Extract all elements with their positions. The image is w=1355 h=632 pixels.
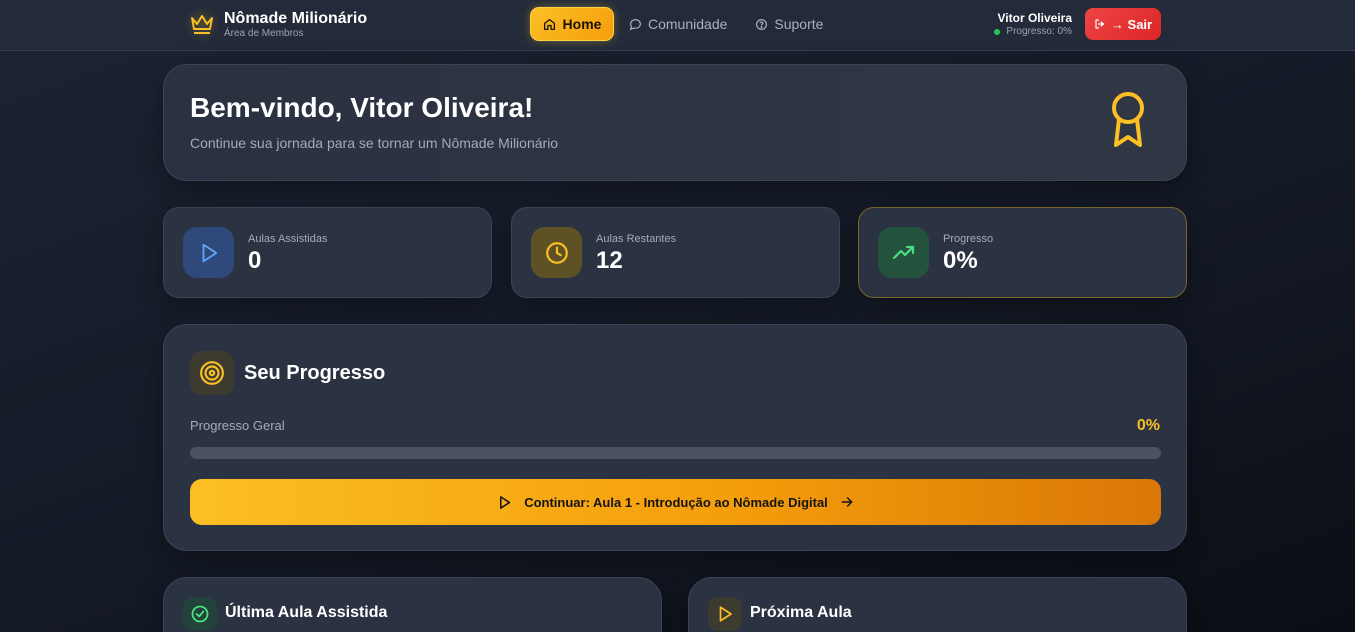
chat-icon (629, 18, 641, 30)
crown-icon (183, 6, 221, 42)
continue-lesson-button[interactable]: Continuar: Aula 1 - Introdução ao Nômade… (190, 479, 1161, 525)
logout-icon (1095, 19, 1105, 29)
progress-bar (190, 447, 1161, 459)
nav-support-label: Suporte (774, 16, 824, 32)
logout-label: → Sair (1110, 16, 1153, 32)
progress-percent: 0% (1136, 417, 1160, 434)
stat-value: 0% (943, 247, 978, 274)
brand-subtitle: Área de Membros (224, 27, 304, 39)
stat-value: 0 (248, 247, 262, 274)
welcome-title: Bem-vindo, Vitor Oliveira! (190, 92, 534, 123)
stat-label: Aulas Restantes (596, 233, 677, 245)
stat-card-watched: Aulas Assistidas 0 (163, 207, 492, 298)
award-icon (1108, 91, 1148, 156)
next-lesson-card: Próxima Aula (688, 577, 1187, 632)
trending-up-icon (878, 227, 929, 278)
stat-card-progress: Progresso 0% (858, 207, 1187, 298)
user-progress: Progresso: 0% (994, 25, 1072, 39)
user-name: Vitor Oliveira (997, 11, 1072, 25)
user-progress-text: Progresso: 0% (1006, 26, 1072, 37)
nav-support-link[interactable]: Suporte (755, 7, 823, 41)
help-circle-icon (756, 18, 768, 30)
welcome-subtitle: Continue sua jornada para se tornar um N… (190, 135, 559, 151)
welcome-card: Bem-vindo, Vitor Oliveira! Continue sua … (163, 64, 1187, 181)
nav-home-label: Home (562, 16, 602, 32)
progress-card: Seu Progresso Progresso Geral 0% Continu… (163, 324, 1187, 551)
user-info: Vitor Oliveira Progresso: 0% (994, 11, 1072, 39)
check-circle-icon (183, 597, 217, 631)
play-icon (708, 597, 742, 631)
stat-card-remaining: Aulas Restantes 12 (511, 207, 840, 298)
stat-value: 12 (596, 247, 623, 274)
brand[interactable]: Nômade Milionário Área de Membros (183, 6, 367, 42)
clock-icon (531, 227, 582, 278)
last-lesson-title: Última Aula Assistida (225, 604, 388, 621)
stat-label: Progresso (943, 233, 994, 245)
play-icon (500, 495, 511, 509)
nav-community-label: Comunidade (648, 16, 728, 32)
nav-home-button[interactable]: Home (530, 7, 614, 41)
arrow-right-icon (841, 497, 853, 507)
stat-label: Aulas Assistidas (248, 233, 328, 245)
main-nav: Home Comunidade Suporte (530, 7, 823, 41)
top-navbar: Nômade Milionário Área de Membros Home C… (0, 0, 1355, 51)
brand-title: Nômade Milionário (224, 9, 368, 27)
target-icon (190, 351, 234, 395)
nav-community-link[interactable]: Comunidade (629, 7, 727, 41)
play-icon (183, 227, 234, 278)
progress-label: Progresso Geral (190, 418, 285, 433)
continue-label: Continuar: Aula 1 - Introdução ao Nômade… (524, 494, 828, 510)
home-icon (543, 18, 555, 30)
progress-title: Seu Progresso (244, 362, 386, 384)
logout-button[interactable]: → Sair (1085, 8, 1161, 40)
next-lesson-title: Próxima Aula (750, 604, 852, 621)
online-status-dot (994, 29, 1001, 35)
last-lesson-card: Última Aula Assistida (163, 577, 662, 632)
